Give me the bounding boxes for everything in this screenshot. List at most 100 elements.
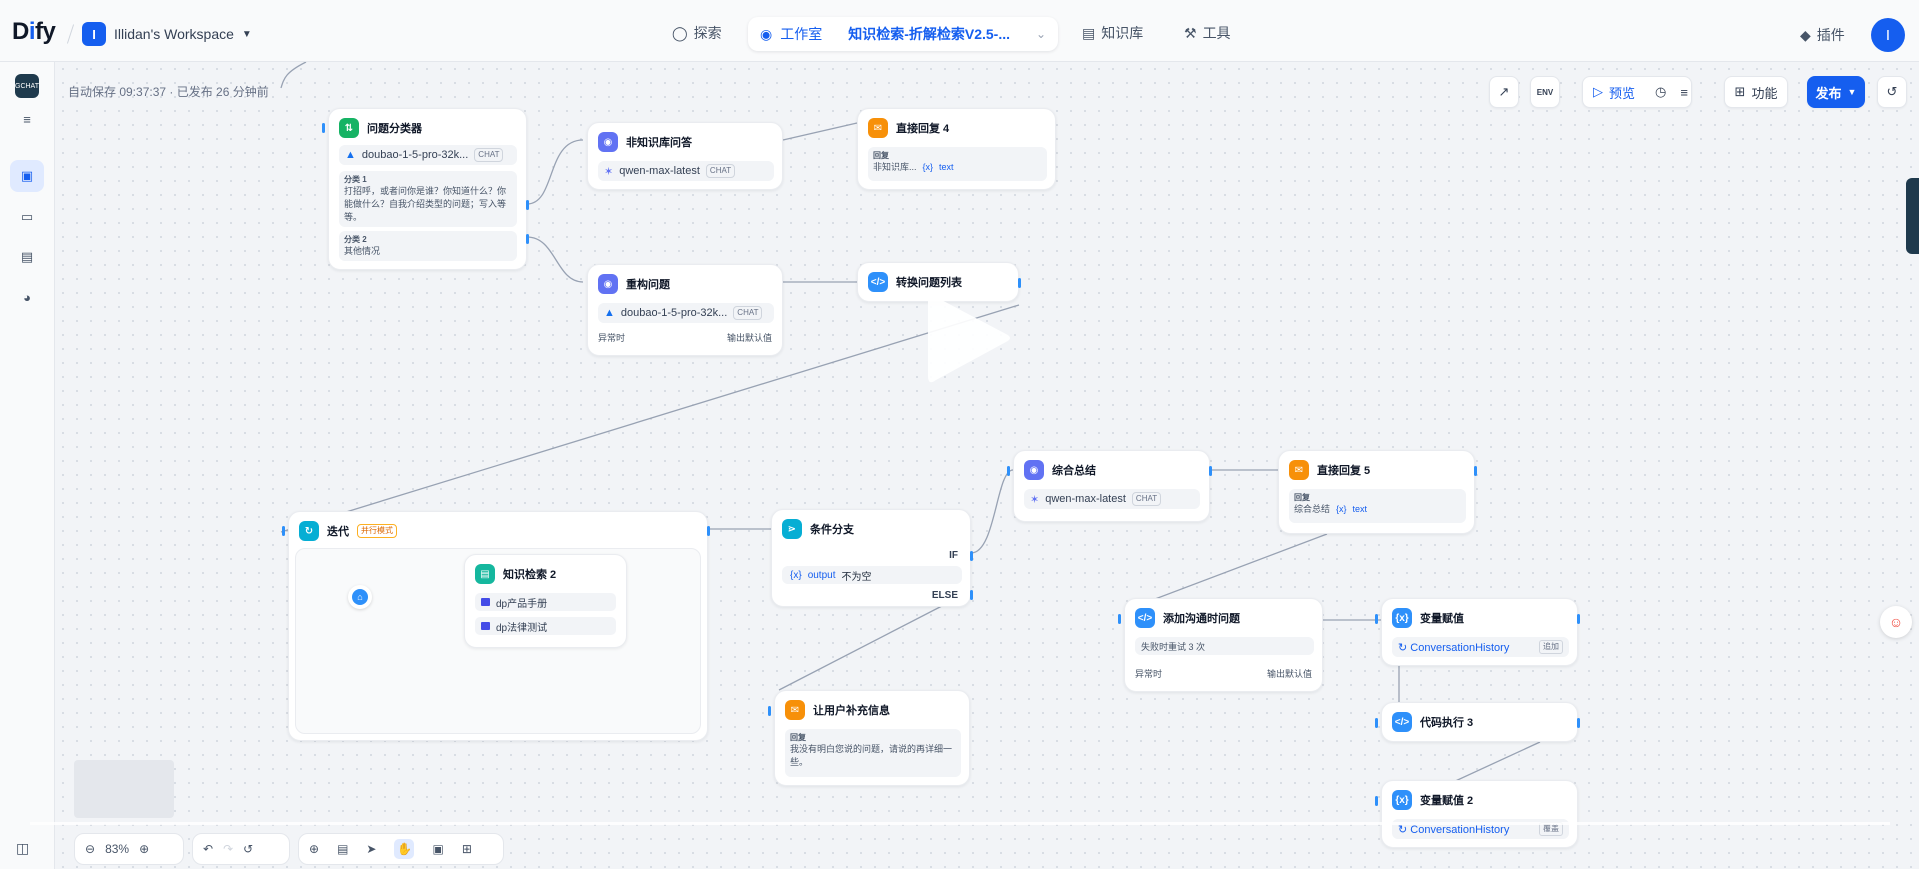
- node-title: 变量赋值 2: [1420, 795, 1474, 807]
- node-assign-1[interactable]: {x} 变量赋值 ↻ ConversationHistory 追加: [1375, 598, 1580, 666]
- node-title: 添加沟通时问题: [1163, 613, 1240, 625]
- iteration-icon: ↻: [299, 521, 319, 541]
- model-selector[interactable]: ✶ qwen-max-latest CHAT: [598, 161, 774, 181]
- sidebar-toggle-icon[interactable]: ◫: [16, 840, 29, 857]
- output-handle[interactable]: [526, 234, 529, 244]
- output-handle[interactable]: [1577, 614, 1580, 624]
- output-handle[interactable]: [1209, 466, 1212, 476]
- workspace-switcher[interactable]: I Illidan's Workspace ▼: [82, 22, 252, 46]
- if-handle[interactable]: [970, 551, 973, 561]
- iteration-start[interactable]: ⌂: [348, 585, 372, 609]
- variable-icon: ↻: [1398, 641, 1408, 654]
- node-question-classifier[interactable]: ⇅ 问题分类器 ▲ doubao-1-5-pro-32k... CHAT 分类 …: [322, 108, 529, 270]
- node-condition-branch[interactable]: ⋗ 条件分支 IF {x} output 不为空 ELSE: [771, 509, 973, 607]
- minimap[interactable]: [74, 760, 174, 818]
- version-history-icon[interactable]: ↺: [243, 842, 253, 856]
- else-handle[interactable]: [970, 590, 973, 600]
- orchestrate-icon[interactable]: ▣: [10, 160, 44, 192]
- folder-icon: [481, 622, 490, 630]
- side-panel-tab[interactable]: [1906, 178, 1919, 254]
- node-ask-user[interactable]: ✉ 让用户补充信息 回复 我没有明白您说的问题，请说的再详细一些。: [768, 690, 970, 786]
- input-handle[interactable]: [1375, 718, 1378, 728]
- if-label: IF: [949, 550, 958, 561]
- node-title: 代码执行 3: [1420, 717, 1474, 729]
- node-non-kb-qa[interactable]: ◉ 非知识库问答 ✶ qwen-max-latest CHAT: [587, 122, 783, 190]
- node-header: </> 添加沟通时问题: [1135, 608, 1240, 628]
- model-name: qwen-max-latest: [1045, 493, 1126, 505]
- node-title: 直接回复 5: [1317, 465, 1371, 477]
- dataset-name: dp法律测试: [496, 622, 548, 634]
- input-handle[interactable]: [768, 706, 771, 716]
- node-rebuild-question[interactable]: ◉ 重构问题 ▲ doubao-1-5-pro-32k... CHAT 异常时 …: [587, 264, 783, 356]
- node-reply-4[interactable]: ✉ 直接回复 4 回复 非知识库... {x} text: [857, 108, 1056, 190]
- nav-knowledge[interactable]: ▤ 知识库: [1082, 23, 1143, 43]
- nav-tools-label: 工具: [1202, 25, 1231, 41]
- export-image-icon[interactable]: ▣: [432, 842, 443, 856]
- current-app-name[interactable]: 知识检索-折解检索V2.5-...: [848, 24, 1010, 44]
- plugin-button[interactable]: ◆ 插件: [1800, 25, 1845, 45]
- reply-label: 回复: [790, 733, 806, 742]
- condition-operator: 不为空: [841, 571, 872, 583]
- condition-row: {x} output 不为空: [782, 566, 962, 584]
- user-avatar[interactable]: I: [1871, 18, 1905, 52]
- class-1-label: 分类 1: [344, 175, 367, 184]
- node-header: </> 代码执行 3: [1392, 712, 1473, 732]
- zoom-in-icon[interactable]: ⊕: [139, 842, 149, 856]
- node-iteration[interactable]: ↻ 迭代 并行模式 ⌂ ▤ 知识检索 2 dp产品手册 dp法律测试: [282, 511, 710, 741]
- assign-var: ConversationHistory: [1410, 641, 1510, 654]
- undo-icon[interactable]: ↶: [203, 842, 213, 856]
- model-name: qwen-max-latest: [619, 165, 700, 177]
- node-add-history[interactable]: </> 添加沟通时问题 失败时重试 3 次 异常时 输出默认值: [1118, 598, 1323, 692]
- output-handle[interactable]: [1474, 466, 1477, 476]
- assign-op: 追加: [1539, 640, 1563, 654]
- node-kb-search-2[interactable]: ▤ 知识检索 2 dp产品手册 dp法律测试: [464, 554, 627, 648]
- node-code-3[interactable]: </> 代码执行 3: [1375, 702, 1580, 742]
- node-reply-5[interactable]: ✉ 直接回复 5 回复 综合总结 {x} text: [1278, 450, 1477, 534]
- app-icon[interactable]: GCHAT: [15, 74, 39, 98]
- pointer-icon[interactable]: ➤: [366, 842, 376, 856]
- input-handle[interactable]: [282, 526, 285, 536]
- add-note-icon[interactable]: ▤: [337, 842, 348, 856]
- input-handle[interactable]: [322, 123, 325, 133]
- error-label: 异常时: [1135, 669, 1163, 679]
- node-title: 迭代: [327, 526, 349, 538]
- nav-studio-label: 工作室: [780, 26, 823, 42]
- zoom-level[interactable]: 83%: [105, 842, 129, 856]
- model-selector[interactable]: ✶ qwen-max-latest CHAT: [1024, 489, 1200, 509]
- input-handle[interactable]: [1375, 614, 1378, 624]
- redo-icon[interactable]: ↷: [223, 842, 233, 856]
- node-title: 直接回复 4: [896, 123, 950, 135]
- workflow-canvas[interactable]: 自动保存 09:37:37 · 已发布 26 分钟前 ↗ ENV ▷ 预览 ◷ …: [56, 62, 1919, 869]
- reply-var-row: 综合总结 {x} text: [1294, 503, 1461, 516]
- chevron-down-icon[interactable]: ⌄: [1036, 27, 1046, 41]
- dify-logo[interactable]: Dify: [12, 18, 56, 46]
- layout-icon[interactable]: ⊞: [462, 842, 472, 856]
- error-handling-row: 异常时 输出默认值: [1135, 667, 1312, 680]
- input-handle[interactable]: [1007, 466, 1010, 476]
- model-selector[interactable]: ▲ doubao-1-5-pro-32k... CHAT: [598, 303, 774, 323]
- hand-icon[interactable]: ✋: [394, 839, 415, 859]
- monitor-gauge-icon[interactable]: ◕: [16, 286, 38, 308]
- variable-assign-icon: {x}: [1392, 790, 1412, 810]
- model-selector[interactable]: ▲ doubao-1-5-pro-32k... CHAT: [339, 145, 517, 165]
- workspace-name: Illidan's Workspace: [114, 26, 234, 42]
- video-play-icon[interactable]: [928, 290, 1012, 386]
- nav-studio[interactable]: ◉ 工作室 知识检索-折解检索V2.5-... ⌄: [748, 17, 1058, 51]
- terminal-icon[interactable]: ▭: [16, 206, 38, 228]
- logs-icon[interactable]: ▤: [16, 246, 38, 268]
- output-handle[interactable]: [1018, 278, 1021, 288]
- output-handle[interactable]: [526, 200, 529, 210]
- settings-sliders-icon[interactable]: ≡: [16, 108, 38, 130]
- compass-icon: ◯: [672, 24, 688, 41]
- input-handle[interactable]: [1375, 796, 1378, 806]
- bottom-controls: ◫ ⊖ 83% ⊕ ↶ ↷ ↺ ⊕ ▤ ➤ ✋ ▣ ⊞: [16, 820, 1919, 869]
- output-handle[interactable]: [1577, 718, 1580, 728]
- nav-explore[interactable]: ◯ 探索: [672, 23, 722, 43]
- output-handle[interactable]: [707, 526, 710, 536]
- add-node-icon[interactable]: ⊕: [309, 842, 319, 856]
- node-summary[interactable]: ◉ 综合总结 ✶ qwen-max-latest CHAT: [1007, 450, 1212, 522]
- assistant-float-icon[interactable]: ☺: [1880, 606, 1912, 638]
- input-handle[interactable]: [1118, 614, 1121, 624]
- zoom-out-icon[interactable]: ⊖: [85, 842, 95, 856]
- nav-tools[interactable]: ⚒ 工具: [1184, 23, 1231, 43]
